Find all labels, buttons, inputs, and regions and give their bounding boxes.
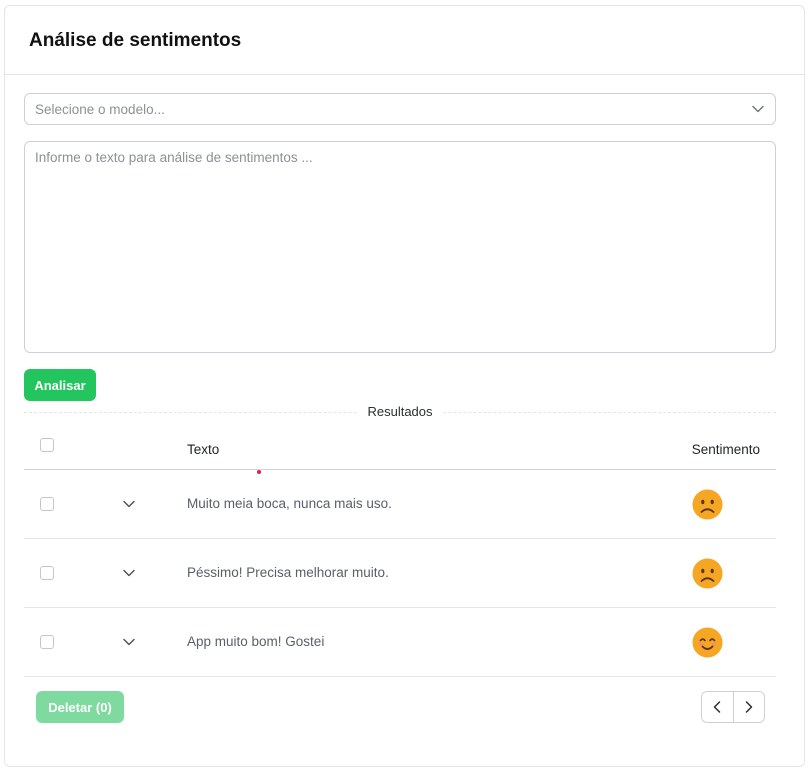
- model-select[interactable]: Selecione o modelo...: [24, 93, 776, 125]
- model-select-placeholder: Selecione o modelo...: [35, 101, 165, 117]
- card-header: Análise de sentimentos: [5, 6, 804, 75]
- row-text: Péssimo! Precisa melhorar muito.: [187, 565, 389, 580]
- table-row: Péssimo! Precisa melhorar muito.: [24, 539, 776, 608]
- sentiment-text-input[interactable]: Informe o texto para análise de sentimen…: [24, 141, 776, 353]
- row-text: App muito bom! Gostei: [187, 634, 325, 649]
- chevron-right-icon[interactable]: [732, 692, 765, 722]
- table-header-row: Texto Sentimento: [24, 427, 776, 474]
- table-row: App muito bom! Gostei: [24, 608, 776, 677]
- pagination: [701, 691, 765, 723]
- page-title: Análise de sentimentos: [29, 30, 242, 51]
- text-input-placeholder: Informe o texto para análise de sentimen…: [35, 150, 313, 165]
- chevron-left-icon[interactable]: [702, 692, 733, 722]
- chevron-down-icon: [751, 102, 765, 116]
- row-checkbox[interactable]: [40, 635, 54, 649]
- row-checkbox[interactable]: [40, 497, 54, 511]
- column-header-text: Texto: [187, 442, 220, 457]
- happy-face-icon: [692, 627, 723, 658]
- results-divider: Resultados: [24, 402, 776, 422]
- delete-button[interactable]: Deletar (0): [36, 691, 124, 723]
- row-checkbox[interactable]: [40, 566, 54, 580]
- sad-face-icon: [692, 558, 723, 589]
- column-header-sentiment: Sentimento: [691, 442, 760, 457]
- sad-face-icon: [692, 489, 723, 520]
- analyze-button[interactable]: Analisar: [24, 369, 96, 401]
- results-table: Texto Sentimento Muito meia boca, nunca …: [24, 427, 776, 677]
- expand-row-icon[interactable]: [122, 635, 136, 649]
- table-row: Muito meia boca, nunca mais uso.: [24, 470, 776, 539]
- row-text: Muito meia boca, nunca mais uso.: [187, 496, 392, 511]
- results-label: Resultados: [357, 404, 443, 419]
- expand-row-icon[interactable]: [122, 566, 136, 580]
- select-all-checkbox[interactable]: [40, 438, 54, 452]
- expand-row-icon[interactable]: [122, 497, 136, 511]
